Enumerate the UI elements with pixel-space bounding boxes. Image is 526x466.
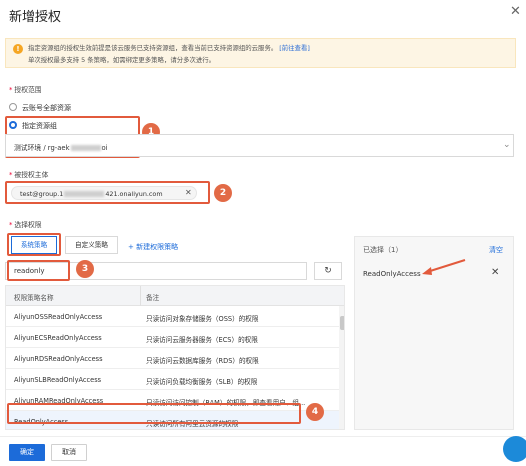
close-icon[interactable]: ✕ — [510, 4, 521, 19]
permissions-label: * 选择权限 — [9, 221, 42, 229]
resource-group-prefix: 测试环境 / rg-aek — [14, 144, 70, 152]
row-note: 只读访问云数据库服务（RDS）的权限 — [146, 357, 259, 365]
remove-selected-icon[interactable]: ✕ — [491, 267, 499, 278]
principal-prefix: test@group.1 — [20, 190, 64, 198]
scope-label-text: 授权范围 — [14, 86, 42, 94]
callout-box-3 — [7, 260, 70, 281]
info-icon: ! — [13, 44, 23, 54]
callout-badge-3: 3 — [76, 260, 94, 278]
arrow-line — [426, 259, 466, 273]
dialog-title: 新增授权 — [9, 10, 62, 25]
chevron-down-icon: ⌄ — [503, 140, 511, 150]
confirm-button[interactable]: 确定 — [9, 444, 45, 461]
row-note: 只读访问对象存储服务（OSS）的权限 — [146, 315, 259, 323]
table-row[interactable]: AliyunSLBReadOnlyAccess 只读访问负载均衡服务（SLB）的权… — [6, 369, 339, 390]
help-bubble-icon[interactable] — [503, 436, 526, 462]
callout-badge-4: 4 — [306, 403, 324, 421]
arrow-annotation-icon — [422, 259, 466, 275]
row-note: 只读访问负载均衡服务（SLB）的权限 — [146, 378, 258, 386]
col-header-note: 备注 — [146, 294, 160, 302]
tab-custom-policy[interactable]: 自定义策略 — [65, 236, 118, 254]
selected-item: ReadOnlyAccess — [363, 270, 421, 278]
dialog-footer: 确定 取消 — [0, 436, 526, 466]
resource-group-value: 测试环境 / rg-aek oi — [14, 142, 108, 152]
remove-tag-icon[interactable]: ✕ — [185, 188, 192, 197]
scope-label: * 授权范围 — [9, 86, 42, 94]
resource-group-select[interactable]: 测试环境 / rg-aek oi ⌄ — [5, 134, 514, 157]
notice-banner: ! 指定资源组的授权生效前提是该云服务已支持资源组，查看当前已支持资源组的云服务… — [5, 38, 516, 68]
cancel-button[interactable]: 取消 — [51, 444, 87, 461]
redacted-mask — [64, 191, 105, 197]
radio-all-resources[interactable] — [9, 103, 17, 111]
clear-link[interactable]: 清空 — [489, 245, 503, 255]
row-name: AliyunRDSReadOnlyAccess — [14, 355, 103, 363]
table-row[interactable]: AliyunECSReadOnlyAccess 只读访问云服务器服务（ECS）的权… — [6, 327, 339, 348]
refresh-icon: ↻ — [324, 266, 332, 276]
table-row[interactable]: AliyunOSSReadOnlyAccess 只读访问对象存储服务（OSS）的权… — [6, 306, 339, 327]
row-name: AliyunSLBReadOnlyAccess — [14, 376, 102, 384]
notice-text: 指定资源组的授权生效前提是该云服务已支持资源组，查看当前已支持资源组的云服务。 — [28, 44, 278, 52]
table-row[interactable]: AliyunRDSReadOnlyAccess 只读访问云数据库服务（RDS）的权… — [6, 348, 339, 369]
refresh-button[interactable]: ↻ — [314, 262, 342, 280]
row-name: AliyunOSSReadOnlyAccess — [14, 313, 103, 321]
selected-pane: 已选择（1） 清空 ReadOnlyAccess ✕ — [354, 236, 514, 430]
principal-tag-text: test@group.1 421.onaliyun.com — [20, 190, 163, 198]
permissions-label-text: 选择权限 — [14, 221, 42, 229]
new-policy-link[interactable]: + 新建权限策略 — [128, 242, 178, 252]
principal-suffix: 421.onaliyun.com — [105, 190, 163, 198]
col-header-name: 权限策略名称 — [14, 294, 54, 302]
table-scrollbar[interactable] — [339, 306, 344, 429]
callout-badge-2: 2 — [214, 184, 232, 202]
selected-header: 已选择（1） — [363, 246, 403, 254]
callout-box-4 — [7, 403, 301, 424]
principal-tag: test@group.1 421.onaliyun.com ✕ — [11, 186, 197, 200]
principal-label-text: 被授权主体 — [14, 171, 49, 179]
principal-label: * 被授权主体 — [9, 171, 49, 179]
scrollbar-thumb[interactable] — [340, 316, 344, 330]
row-name: AliyunECSReadOnlyAccess — [14, 334, 102, 342]
row-note: 只读访问云服务器服务（ECS）的权限 — [146, 336, 258, 344]
table-header: 权限策略名称 备注 — [6, 286, 344, 306]
redacted-mask — [70, 145, 101, 151]
notice-line-1: 指定资源组的授权生效前提是该云服务已支持资源组，查看当前已支持资源组的云服务。 … — [28, 43, 310, 52]
column-divider — [140, 286, 141, 306]
arrow-head — [422, 267, 432, 275]
resource-group-suffix: oi — [101, 144, 108, 152]
radio-all-label: 云账号全部资源 — [22, 104, 71, 112]
tab-system-policy[interactable]: 系统策略 — [11, 236, 57, 254]
notice-line-2: 单次授权最多支持 5 条策略，如需绑定更多策略，请分多次进行。 — [28, 56, 216, 64]
radio-group-label: 指定资源组 — [22, 122, 57, 130]
view-link[interactable]: [前往查看] — [279, 44, 310, 52]
radio-resource-group[interactable] — [9, 121, 17, 129]
